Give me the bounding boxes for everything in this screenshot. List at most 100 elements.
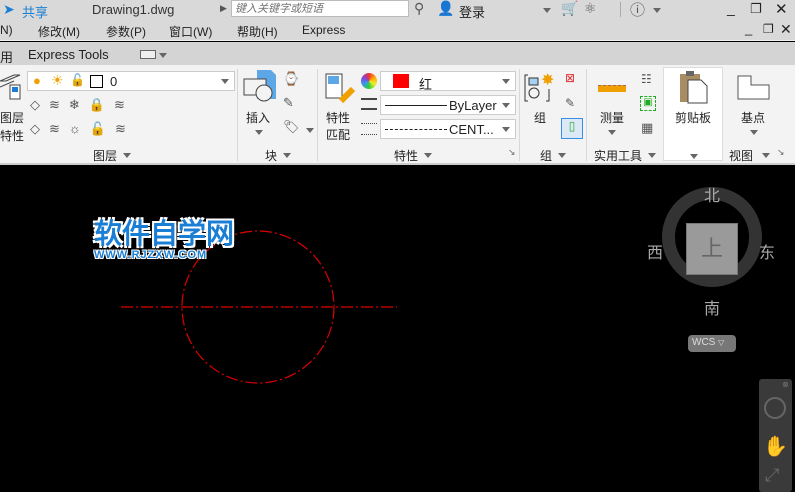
layer-set-current-icon[interactable]: ≋: [114, 97, 134, 112]
steering-wheel-icon[interactable]: [764, 397, 786, 419]
menu-item-window[interactable]: 窗口(W): [169, 23, 212, 40]
menu-item-express[interactable]: Express: [302, 23, 345, 37]
utilities-panel-label[interactable]: 实用工具: [594, 147, 642, 164]
quick-select-icon[interactable]: ☷: [641, 72, 652, 86]
restore-icon[interactable]: ❐: [750, 1, 762, 17]
expand-arrow-icon[interactable]: ▶: [220, 3, 227, 14]
color-dropdown[interactable]: 红: [380, 71, 516, 92]
layer-match-icon[interactable]: ≋: [49, 97, 69, 112]
pan-hand-icon[interactable]: ✋: [763, 434, 788, 459]
layer-walk-icon[interactable]: ≋: [115, 121, 135, 136]
unlock-icon: 🔓: [70, 73, 85, 87]
edit-attributes-icon[interactable]: 🏷: [283, 119, 300, 135]
basepoint-icon[interactable]: [737, 75, 771, 105]
properties-dialog-launcher-icon[interactable]: ↘: [508, 147, 516, 158]
viewcube-top-face[interactable]: 上: [686, 223, 738, 275]
layer-lock-icon[interactable]: 🔒: [89, 97, 114, 112]
create-block-icon[interactable]: ⌚: [283, 71, 299, 87]
insert-block-icon[interactable]: [243, 69, 277, 105]
layer-properties-button-line2[interactable]: 特性: [0, 127, 24, 144]
basepoint-button[interactable]: 基点: [741, 109, 765, 126]
layer-tools-row2[interactable]: ◇≋☼🔓≋: [30, 121, 150, 139]
properties-panel-expand-icon[interactable]: [424, 153, 432, 158]
block-panel-expand-icon[interactable]: [283, 153, 291, 158]
tab-express-tools[interactable]: Express Tools: [28, 47, 109, 62]
layer-panel-expand-icon[interactable]: [123, 153, 131, 158]
group-button[interactable]: 组: [534, 109, 546, 126]
ungroup-icon[interactable]: ⊠: [565, 71, 575, 85]
autodesk-app-icon[interactable]: ⚛: [584, 0, 597, 17]
properties-panel-label[interactable]: 特性: [394, 147, 418, 164]
menu-item-parametric[interactable]: 参数(P): [106, 23, 146, 40]
group-panel-label[interactable]: 组: [540, 147, 552, 164]
view-dialog-launcher-icon[interactable]: ↘: [777, 147, 785, 158]
measure-button[interactable]: 测量: [600, 109, 624, 126]
linetype-dropdown[interactable]: CENT...: [380, 119, 516, 139]
basepoint-dropdown-icon[interactable]: [750, 130, 758, 135]
layer-previous-icon[interactable]: ≋: [49, 121, 69, 136]
insert-button[interactable]: 插入: [246, 109, 270, 126]
layer-panel-label[interactable]: 图层: [93, 147, 117, 164]
viewcube[interactable]: 北 南 东 西 上: [647, 177, 775, 318]
insert-dropdown-icon[interactable]: [255, 130, 263, 135]
layer-on-all-icon[interactable]: ◇: [30, 121, 49, 136]
group-panel-expand-icon[interactable]: [558, 153, 566, 158]
minimize-icon[interactable]: _: [727, 0, 735, 16]
wcs-dropdown[interactable]: WCS ▽: [688, 335, 736, 352]
layer-unlock-icon[interactable]: 🔓: [90, 121, 115, 136]
ribbon-options-icon[interactable]: [159, 53, 167, 58]
utilities-panel-expand-icon[interactable]: [648, 153, 656, 158]
block-panel-label[interactable]: 块: [265, 147, 277, 164]
search-icon[interactable]: ⚲: [414, 0, 424, 17]
minimize-ribbon-icon[interactable]: [140, 50, 156, 59]
group-edit-icon[interactable]: ✎: [565, 96, 575, 110]
cart-icon[interactable]: 🛒: [561, 0, 578, 17]
search-input[interactable]: [231, 0, 409, 17]
view-panel-label[interactable]: 视图: [729, 147, 753, 164]
menu-item-help[interactable]: 帮助(H): [237, 23, 278, 40]
compass-east[interactable]: 东: [759, 239, 775, 263]
calculator-icon[interactable]: ▦: [641, 120, 653, 136]
clipboard-panel[interactable]: 剪贴板: [663, 67, 723, 161]
linetype-sample: [385, 129, 447, 130]
edit-block-icon[interactable]: ✎: [283, 95, 294, 111]
layer-properties-icon[interactable]: [0, 71, 22, 101]
measure-dropdown-icon[interactable]: [608, 130, 616, 135]
doc-minimize-icon[interactable]: _: [745, 21, 752, 36]
close-icon[interactable]: ✕: [775, 0, 788, 18]
share-button[interactable]: 共享: [22, 2, 48, 21]
doc-restore-icon[interactable]: ❐: [763, 22, 774, 36]
doc-close-icon[interactable]: ✕: [780, 21, 792, 38]
user-icon[interactable]: 👤: [437, 0, 454, 17]
share-icon[interactable]: ➤: [3, 1, 15, 18]
compass-west[interactable]: 西: [647, 239, 663, 263]
drawing-canvas[interactable]: 软件自学网 WWW.RJZXW.COM 北 南 东 西 上 WCS ▽ ⊗ ✋ …: [0, 167, 795, 492]
help-icon[interactable]: ⓘ: [630, 0, 645, 20]
close-icon[interactable]: ⊗: [782, 380, 789, 389]
layer-off-icon[interactable]: ◇: [30, 97, 49, 112]
match-properties-icon[interactable]: [325, 73, 356, 105]
layer-tools-row1[interactable]: ◇≋❄🔒≋: [30, 97, 150, 115]
login-dropdown-icon[interactable]: [543, 8, 551, 13]
group-icon[interactable]: ✸: [524, 71, 556, 103]
help-dropdown-icon[interactable]: [653, 8, 661, 13]
attributes-dropdown-icon[interactable]: [306, 128, 314, 133]
match-properties-line2[interactable]: 匹配: [326, 126, 350, 143]
select-all-icon[interactable]: ▣: [640, 96, 656, 111]
menu-item-n[interactable]: N): [0, 23, 13, 37]
measure-ruler-icon[interactable]: [598, 85, 626, 92]
layer-properties-button-line1[interactable]: 图层: [0, 109, 24, 126]
tab-output[interactable]: 用: [0, 47, 13, 66]
menu-item-modify[interactable]: 修改(M): [38, 23, 80, 40]
view-panel-expand-icon[interactable]: [762, 153, 770, 158]
lineweight-dropdown[interactable]: ByLayer: [380, 95, 516, 115]
layer-thaw-icon[interactable]: ☼: [69, 121, 90, 136]
match-properties-line1[interactable]: 特性: [326, 109, 350, 126]
compass-south[interactable]: 南: [704, 295, 720, 319]
login-button[interactable]: 登录: [459, 2, 485, 21]
zoom-extents-icon[interactable]: ⤢: [765, 465, 779, 486]
layer-freeze-icon[interactable]: ❄: [69, 97, 89, 112]
group-selection-toggle[interactable]: ▯: [561, 118, 583, 139]
layer-dropdown[interactable]: ● ☀ 🔓 0: [27, 71, 235, 91]
compass-north[interactable]: 北: [704, 182, 720, 206]
